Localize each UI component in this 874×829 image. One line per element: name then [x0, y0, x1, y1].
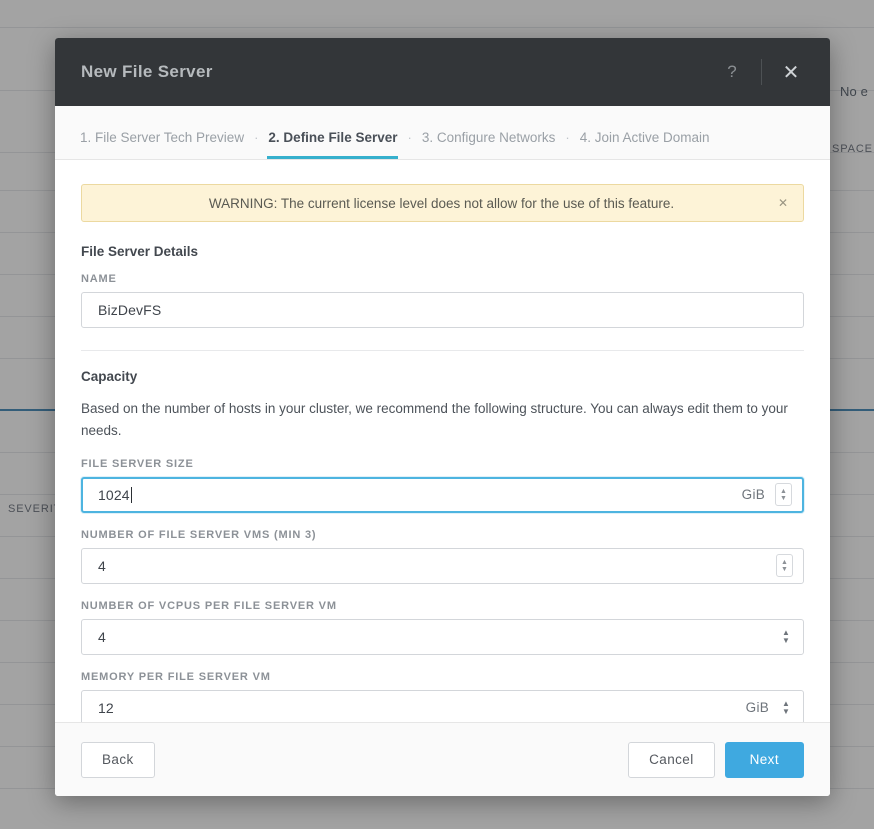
step-2-define-file-server[interactable]: 2. Define File Server	[267, 130, 398, 159]
step-separator: ·	[398, 130, 420, 159]
vcpus-per-vm-value: 4	[98, 629, 779, 645]
modal-header: New File Server ? ✕	[55, 38, 830, 106]
memory-per-vm-unit: GiB	[746, 700, 769, 715]
name-field-value: BizDevFS	[98, 302, 793, 318]
back-button[interactable]: Back	[81, 742, 155, 778]
wizard-steps: 1. File Server Tech Preview · 2. Define …	[55, 106, 830, 160]
file-server-size-unit: GiB	[742, 487, 765, 502]
chevron-down-icon: ▼	[780, 495, 787, 502]
modal-title: New File Server	[81, 62, 715, 82]
file-server-size-field[interactable]: 1024 GiB ▲ ▼	[81, 477, 804, 513]
chevron-down-icon: ▼	[782, 637, 790, 645]
memory-per-vm-value: 12	[98, 700, 746, 716]
step-1-file-server-tech-preview[interactable]: 1. File Server Tech Preview	[79, 130, 245, 159]
file-server-vms-label: NUMBER OF FILE SERVER VMS (MIN 3)	[81, 529, 804, 541]
license-warning-banner: WARNING: The current license level does …	[81, 184, 804, 222]
memory-per-vm-field[interactable]: 12 GiB ▲ ▼	[81, 690, 804, 722]
text-cursor	[131, 487, 132, 503]
memory-per-vm-label: MEMORY PER FILE SERVER VM	[81, 671, 804, 683]
modal-footer: Back Cancel Next	[55, 722, 830, 796]
cancel-button[interactable]: Cancel	[628, 742, 714, 778]
chevron-down-icon: ▼	[781, 566, 788, 573]
header-divider	[761, 59, 762, 85]
chevron-up-icon: ▲	[780, 488, 787, 495]
close-icon[interactable]: ✕	[774, 55, 808, 89]
file-server-size-label: FILE SERVER SIZE	[81, 458, 804, 470]
memory-per-vm-stepper[interactable]: ▲ ▼	[779, 697, 793, 719]
chevron-up-icon: ▲	[781, 559, 788, 566]
file-server-size-value: 1024	[98, 487, 742, 503]
new-file-server-modal: New File Server ? ✕ 1. File Server Tech …	[55, 38, 830, 796]
chevron-down-icon: ▼	[782, 708, 790, 716]
help-icon[interactable]: ?	[715, 55, 749, 89]
step-4-join-active-domain[interactable]: 4. Join Active Domain	[579, 130, 711, 159]
vcpus-per-vm-field[interactable]: 4 ▲ ▼	[81, 619, 804, 655]
file-server-size-stepper[interactable]: ▲ ▼	[775, 483, 792, 506]
section-divider	[81, 350, 804, 351]
step-separator: ·	[245, 130, 267, 159]
file-server-vms-stepper[interactable]: ▲ ▼	[776, 554, 793, 577]
capacity-description: Based on the number of hosts in your clu…	[81, 398, 797, 442]
name-field-label: NAME	[81, 273, 804, 285]
vcpus-per-vm-stepper[interactable]: ▲ ▼	[779, 626, 793, 648]
file-server-details-heading: File Server Details	[81, 244, 804, 259]
name-field[interactable]: BizDevFS	[81, 292, 804, 328]
file-server-vms-field[interactable]: 4 ▲ ▼	[81, 548, 804, 584]
modal-body: WARNING: The current license level does …	[55, 160, 830, 722]
warning-message: WARNING: The current license level does …	[94, 196, 775, 211]
capacity-heading: Capacity	[81, 369, 804, 384]
file-server-vms-value: 4	[98, 558, 776, 574]
warning-close-icon[interactable]: ✕	[775, 196, 791, 210]
next-button[interactable]: Next	[725, 742, 804, 778]
vcpus-per-vm-label: NUMBER OF VCPUS PER FILE SERVER VM	[81, 600, 804, 612]
step-separator: ·	[556, 130, 578, 159]
step-3-configure-networks[interactable]: 3. Configure Networks	[421, 130, 557, 159]
